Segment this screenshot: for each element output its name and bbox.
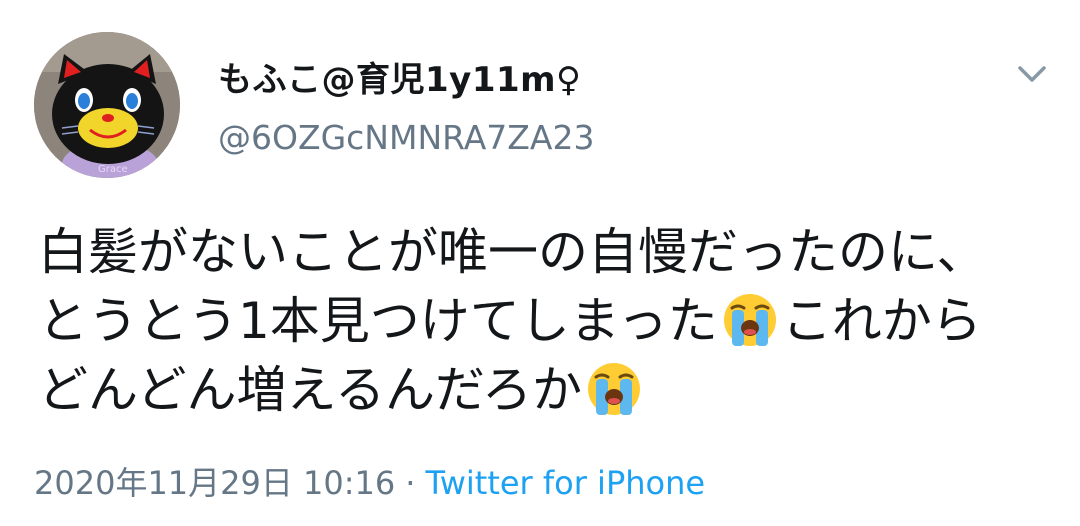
tweet-text-segment: どんどん増えるんだろか xyxy=(38,361,582,419)
avatar[interactable]: Grace xyxy=(34,32,180,178)
tweet-text: 白髪がないことが唯一の自慢だったのに、 とうとう1本見つけてしまった これから ど… xyxy=(38,218,1048,425)
loudly-crying-face-icon xyxy=(720,288,780,348)
tweet-meta: 2020年11月29日 10:16 · Twitter for iPhone xyxy=(34,458,705,504)
tweet-text-segment: とうとう1本見つけてしまった xyxy=(38,292,718,350)
user-handle[interactable]: @6OZGcNMNRA7ZA23 xyxy=(218,118,594,157)
svg-text:Grace: Grace xyxy=(98,164,128,175)
meta-separator: · xyxy=(405,464,416,502)
tweet-card: Grace もふこ@育児1y11m♀ @6OZGcNMNRA7ZA23 白髪がな… xyxy=(0,0,1080,526)
tweet-text-line-3: どんどん増えるんだろか xyxy=(38,356,1048,425)
tweet-text-segment: これから xyxy=(781,292,982,350)
source-link[interactable]: Twitter for iPhone xyxy=(425,464,705,502)
black-cat-plush-image: Grace xyxy=(34,32,180,178)
tweet-text-line-2: とうとう1本見つけてしまった これから xyxy=(38,287,1048,356)
timestamp[interactable]: 2020年11月29日 10:16 xyxy=(34,464,395,502)
tweet-text-line-1: 白髪がないことが唯一の自慢だったのに、 xyxy=(38,218,1048,287)
chevron-down-icon[interactable] xyxy=(1014,56,1050,92)
tweet-text-segment: 白髪がないことが唯一の自慢だったのに、 xyxy=(38,223,987,281)
loudly-crying-face-icon xyxy=(584,357,644,417)
display-name[interactable]: もふこ@育児1y11m♀ xyxy=(218,52,581,101)
